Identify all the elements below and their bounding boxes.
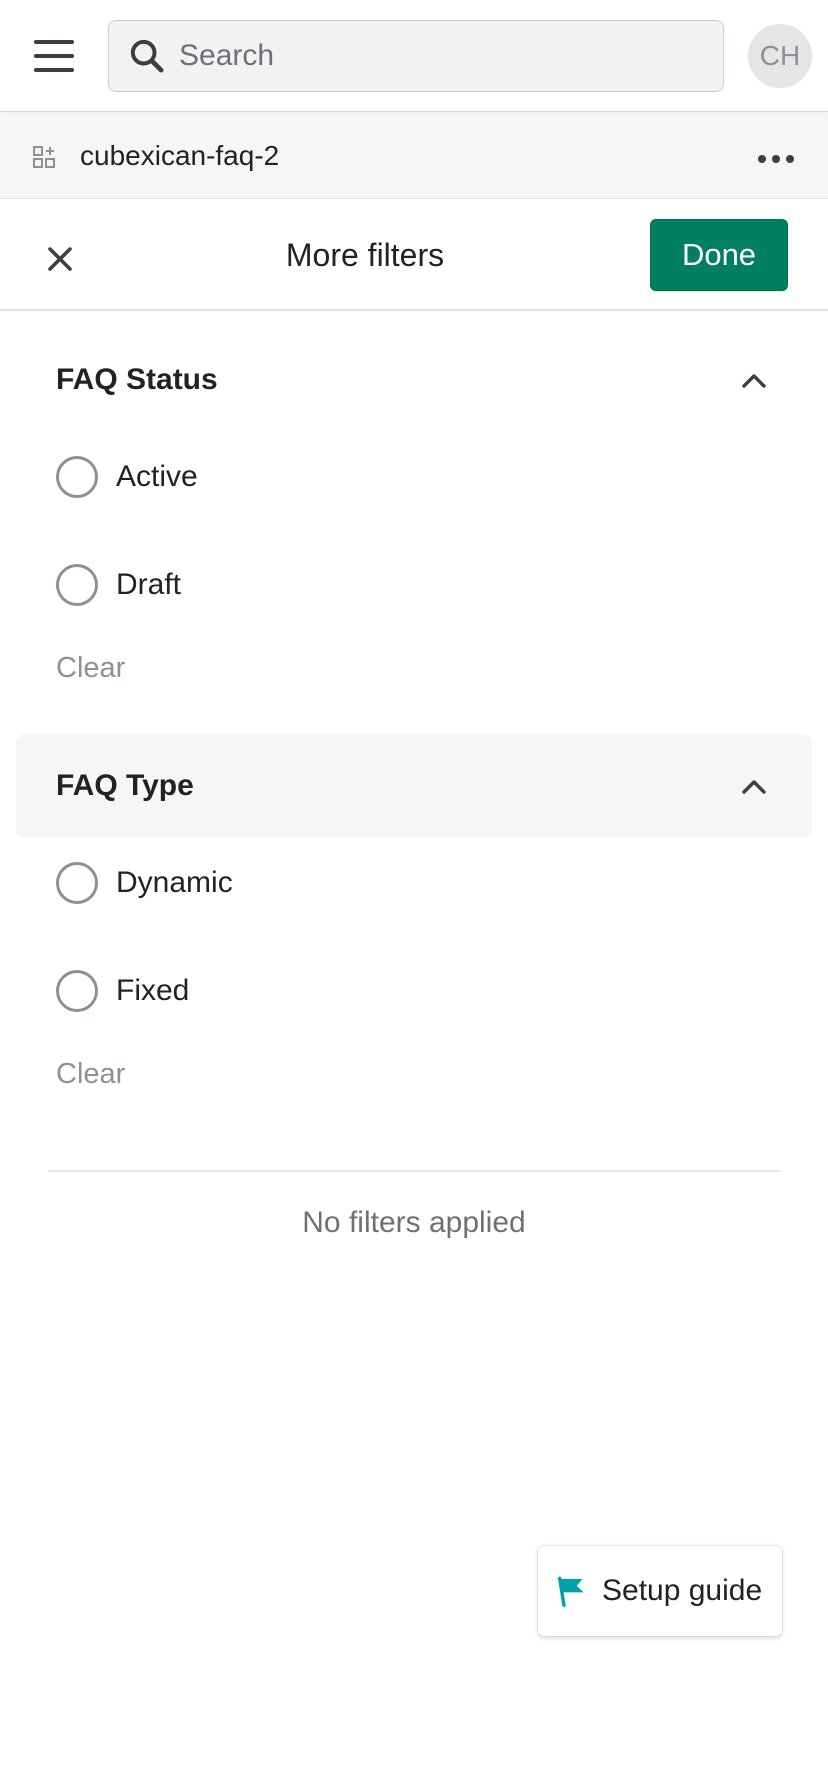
section-title: FAQ Status bbox=[56, 363, 218, 396]
no-filters-status: No filters applied bbox=[302, 1206, 526, 1239]
app-name: cubexican-faq-2 bbox=[80, 140, 280, 171]
clear-status-link[interactable]: Clear bbox=[56, 652, 125, 685]
done-button[interactable]: Done bbox=[650, 219, 788, 291]
faq-status-section-header[interactable]: FAQ Status bbox=[16, 328, 812, 432]
radio-button[interactable] bbox=[56, 564, 98, 606]
search-icon bbox=[130, 39, 164, 73]
more-options-icon[interactable] bbox=[756, 153, 796, 165]
top-bar: CH bbox=[0, 0, 828, 112]
chevron-up-icon bbox=[742, 374, 766, 388]
radio-button[interactable] bbox=[56, 862, 98, 904]
radio-option-fixed[interactable]: Fixed bbox=[56, 966, 189, 1016]
radio-option-dynamic[interactable]: Dynamic bbox=[56, 858, 233, 908]
section-title: FAQ Type bbox=[56, 769, 194, 802]
flag-icon bbox=[557, 1576, 584, 1607]
filters-title: More filters bbox=[285, 237, 445, 273]
setup-guide-label: Setup guide bbox=[602, 1574, 763, 1607]
search-input[interactable] bbox=[179, 39, 699, 73]
setup-guide-button[interactable]: Setup guide bbox=[538, 1546, 782, 1636]
app-bar: cubexican-faq-2 bbox=[0, 113, 828, 199]
option-label: Active bbox=[116, 460, 198, 493]
option-label: Draft bbox=[116, 568, 182, 601]
divider bbox=[48, 1170, 780, 1172]
avatar[interactable]: CH bbox=[748, 24, 812, 88]
menu-icon[interactable] bbox=[26, 30, 78, 82]
radio-button[interactable] bbox=[56, 456, 98, 498]
radio-option-draft[interactable]: Draft bbox=[56, 560, 181, 610]
radio-button[interactable] bbox=[56, 970, 98, 1012]
chevron-up-icon bbox=[742, 780, 766, 794]
option-label: Fixed bbox=[116, 974, 190, 1007]
clear-type-link[interactable]: Clear bbox=[56, 1058, 125, 1091]
faq-type-section-header[interactable]: FAQ Type bbox=[16, 734, 812, 838]
radio-option-active[interactable]: Active bbox=[56, 452, 198, 502]
search-box[interactable] bbox=[108, 20, 724, 92]
option-label: Dynamic bbox=[116, 866, 233, 899]
apps-icon bbox=[33, 146, 55, 168]
filter-header: More filters Done bbox=[0, 199, 828, 311]
